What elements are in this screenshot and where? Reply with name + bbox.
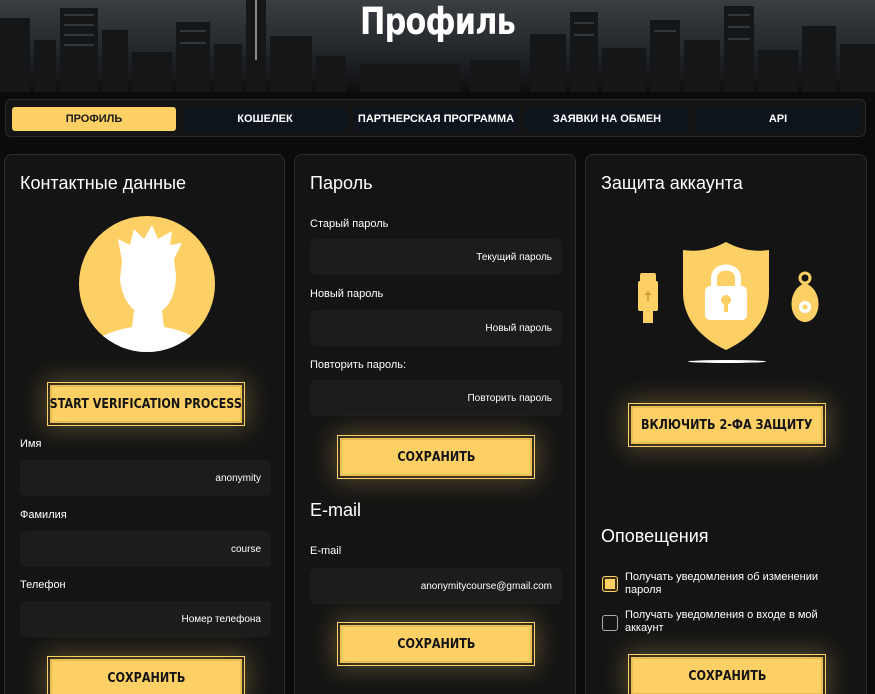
- last-name-label: Фамилия: [20, 509, 67, 521]
- email-input[interactable]: [310, 568, 562, 604]
- password-panel: Пароль Старый пароль Новый пароль Повтор…: [294, 154, 576, 694]
- profile-tabs: ПРОФИЛЬ КОШЕЛЕК ПАРТНЕРСКАЯ ПРОГРАММА ЗА…: [5, 99, 866, 137]
- phone-input[interactable]: [20, 601, 271, 637]
- tab-partner-program[interactable]: ПАРТНЕРСКАЯ ПРОГРАММА: [354, 107, 518, 131]
- password-save-button[interactable]: СОХРАНИТЬ: [337, 435, 535, 479]
- notifications-save-button[interactable]: СОХРАНИТЬ: [628, 654, 826, 694]
- contacts-title: Контактные данные: [20, 173, 187, 193]
- tab-wallet[interactable]: КОШЕЛЕК: [183, 107, 347, 131]
- password-title: Пароль: [310, 173, 373, 193]
- notify-password-change-label: Получать уведомления об изменении пароля: [625, 571, 818, 596]
- usb-key-icon: [638, 273, 658, 323]
- email-label: E-mail: [310, 545, 342, 557]
- first-name-input[interactable]: [20, 460, 271, 496]
- start-verification-button[interactable]: START VERIFICATION PROCESS: [47, 382, 245, 426]
- contacts-panel: Контактные данные START VERIFICATION PRO…: [4, 154, 285, 694]
- repeat-password-label: Повторить пароль:: [310, 359, 407, 371]
- notifications-title: Оповещения: [601, 526, 709, 546]
- contacts-save-button[interactable]: СОХРАНИТЬ: [47, 656, 245, 694]
- security-panel: Защита аккаунта ВКЛЮЧИТЬ 2-ФА ЗАЩИТУ Опо…: [585, 154, 867, 694]
- tab-profile[interactable]: ПРОФИЛЬ: [12, 107, 176, 131]
- phone-label: Телефон: [20, 579, 66, 591]
- page-title: Профиль: [359, 0, 516, 43]
- notify-login-checkbox[interactable]: [602, 615, 618, 631]
- new-password-label: Новый пароль: [310, 288, 384, 300]
- notify-login-label: Получать уведомления о входе в мой аккау…: [625, 609, 818, 634]
- tab-exchange-requests[interactable]: ЗАЯВКИ НА ОБМЕН: [525, 107, 689, 131]
- new-password-input[interactable]: [310, 310, 562, 346]
- key-fob-icon: [791, 271, 819, 322]
- shield-shadow: [688, 360, 766, 363]
- security-title: Защита аккаунта: [601, 173, 743, 193]
- avatar-silhouette-icon: [79, 216, 215, 352]
- shield-lock-icon: [683, 242, 769, 350]
- old-password-input[interactable]: [310, 239, 562, 275]
- email-title: E-mail: [310, 500, 362, 520]
- last-name-input[interactable]: [20, 531, 271, 567]
- notify-password-change-checkbox[interactable]: [602, 576, 618, 592]
- email-save-button[interactable]: СОХРАНИТЬ: [337, 622, 535, 666]
- repeat-password-input[interactable]: [310, 380, 562, 416]
- hero-banner: Профиль: [0, 0, 875, 92]
- first-name-label: Имя: [20, 438, 42, 450]
- tab-api[interactable]: API: [696, 107, 860, 131]
- enable-2fa-button[interactable]: ВКЛЮЧИТЬ 2-ФА ЗАЩИТУ: [628, 403, 826, 447]
- old-password-label: Старый пароль: [310, 218, 389, 230]
